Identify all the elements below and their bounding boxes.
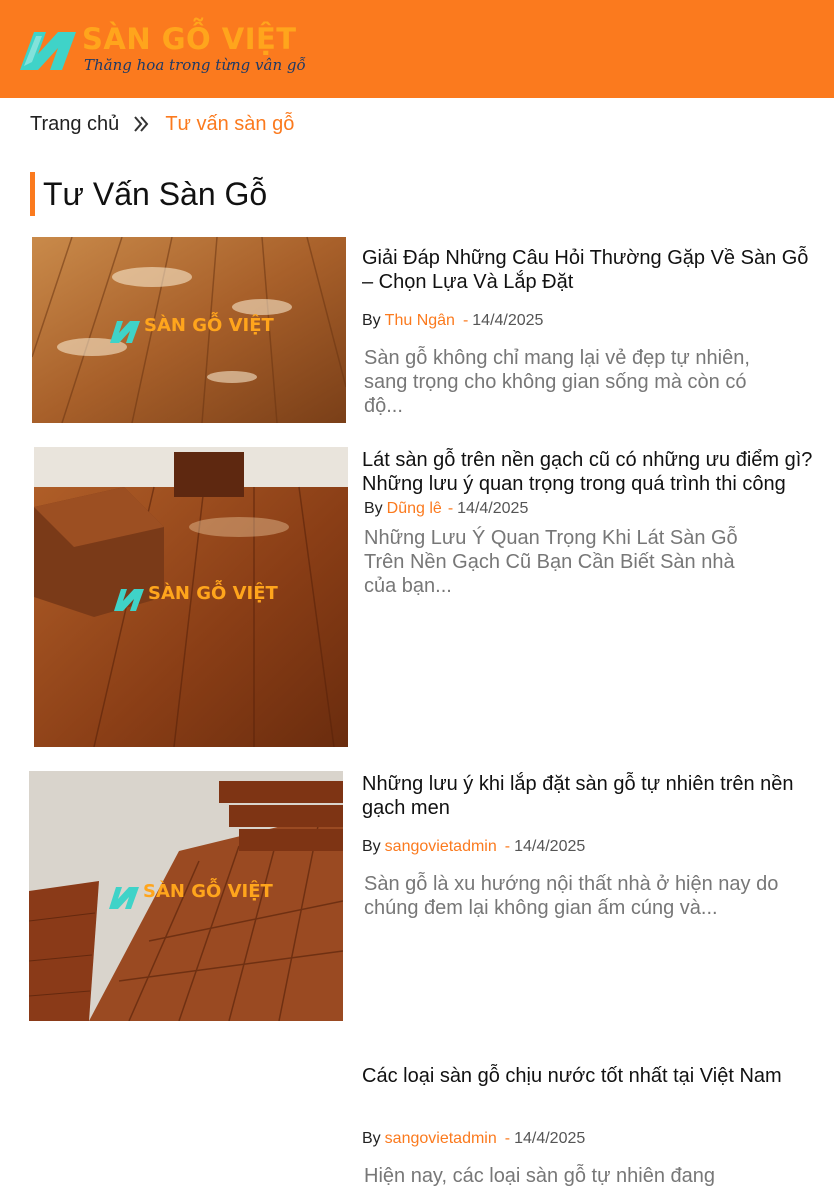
post-info: Giải Đáp Những Câu Hỏi Thường Gặp Về Sàn… [362,246,817,418]
breadcrumb-home-link[interactable]: Trang chủ [30,113,119,136]
page-title: Tư Vấn Sàn Gỗ [43,175,268,212]
meta-separator: - [504,1130,511,1147]
post-item: SÀN GỖ VIỆT Giải Đáp Những Câu Hỏi Thườn… [0,237,834,427]
post-author-link[interactable]: Thu Ngân [385,312,455,330]
post-meta: By sangovietadmin - 14/4/2025 [362,1130,817,1148]
post-meta: By sangovietadmin - 14/4/2025 [362,838,817,856]
post-title-link[interactable]: Các loại sàn gỗ chịu nước tốt nhất tại V… [362,1064,817,1088]
post-author-link[interactable]: sangovietadmin [385,1130,497,1148]
double-chevron-right-icon [134,116,149,132]
breadcrumb-current: Tư vấn sàn gỗ [165,112,295,135]
post-meta: By Dũng lê - 14/4/2025 [364,500,817,518]
post-excerpt: Sàn gỗ không chỉ mang lại vẻ đẹp tự nhiê… [364,347,750,417]
image-watermark-text: SÀN GỖ VIỆT [148,583,278,604]
post-author-link[interactable]: sangovietadmin [385,838,497,856]
post-info: Những lưu ý khi lắp đặt sàn gỗ tự nhiên … [362,772,817,920]
post-info: Lát sàn gỗ trên nền gạch cũ có những ưu … [362,448,817,598]
post-meta: By Thu Ngân - 14/4/2025 [362,312,817,330]
post-thumbnail[interactable]: SÀN GỖ VIỆT [32,237,346,423]
post-by-label: By [364,500,383,517]
breadcrumb: Trang chủ Tư vấn sàn gỗ [30,110,294,138]
post-item: SÀN GỖ VIỆT Những lưu ý khi lắp đặt sàn … [0,771,834,1023]
post-info: Các loại sàn gỗ chịu nước tốt nhất tại V… [362,1064,817,1188]
meta-separator: - [447,500,454,517]
post-date: 14/4/2025 [514,1130,586,1147]
post-by-label: By [362,312,381,329]
post-excerpt: Những Lưu Ý Quan Trọng Khi Lát Sàn Gỗ Tr… [364,527,738,597]
post-title-link[interactable]: Lát sàn gỗ trên nền gạch cũ có những ưu … [362,448,817,496]
post-by-label: By [362,838,381,855]
image-watermark-text: SÀN GỖ VIỆT [143,881,273,902]
post-thumbnail[interactable]: SÀN GỖ VIỆT [29,771,343,1021]
post-date: 14/4/2025 [457,500,529,517]
post-title-link[interactable]: Những lưu ý khi lắp đặt sàn gỗ tự nhiên … [362,772,817,820]
page-title-block: Tư Vấn Sàn Gỗ [30,172,267,216]
post-date: 14/4/2025 [472,312,544,329]
post-item: SÀN GỖ VIỆT Lát sàn gỗ trên nền gạch cũ … [0,447,834,749]
post-thumbnail[interactable]: SÀN GỖ VIỆT [34,447,348,747]
post-excerpt: Sàn gỗ là xu hướng nội thất nhà ở hiện n… [364,873,779,919]
post-excerpt: Hiện nay, các loại sàn gỗ tự nhiên đang [364,1165,716,1187]
logo-slogan: Thăng hoa trong từng vân gỗ [84,56,306,74]
post-date: 14/4/2025 [514,838,586,855]
post-item: Các loại sàn gỗ chịu nước tốt nhất tại V… [0,1063,834,1194]
title-accent-bar [30,172,35,216]
post-thumbnail[interactable] [29,1063,343,1194]
meta-separator: - [462,312,469,329]
post-author-link[interactable]: Dũng lê [387,500,442,518]
logo-mark-icon [20,32,76,70]
logo-title: SÀN GỖ VIỆT [82,22,297,56]
image-watermark-text: SÀN GỖ VIỆT [144,315,274,336]
meta-separator: - [504,838,511,855]
site-logo[interactable]: SÀN GỖ VIỆT Thăng hoa trong từng vân gỗ [18,22,308,82]
site-header: SÀN GỖ VIỆT Thăng hoa trong từng vân gỗ [0,0,834,98]
post-title-link[interactable]: Giải Đáp Những Câu Hỏi Thường Gặp Về Sàn… [362,246,817,294]
post-by-label: By [362,1130,381,1147]
